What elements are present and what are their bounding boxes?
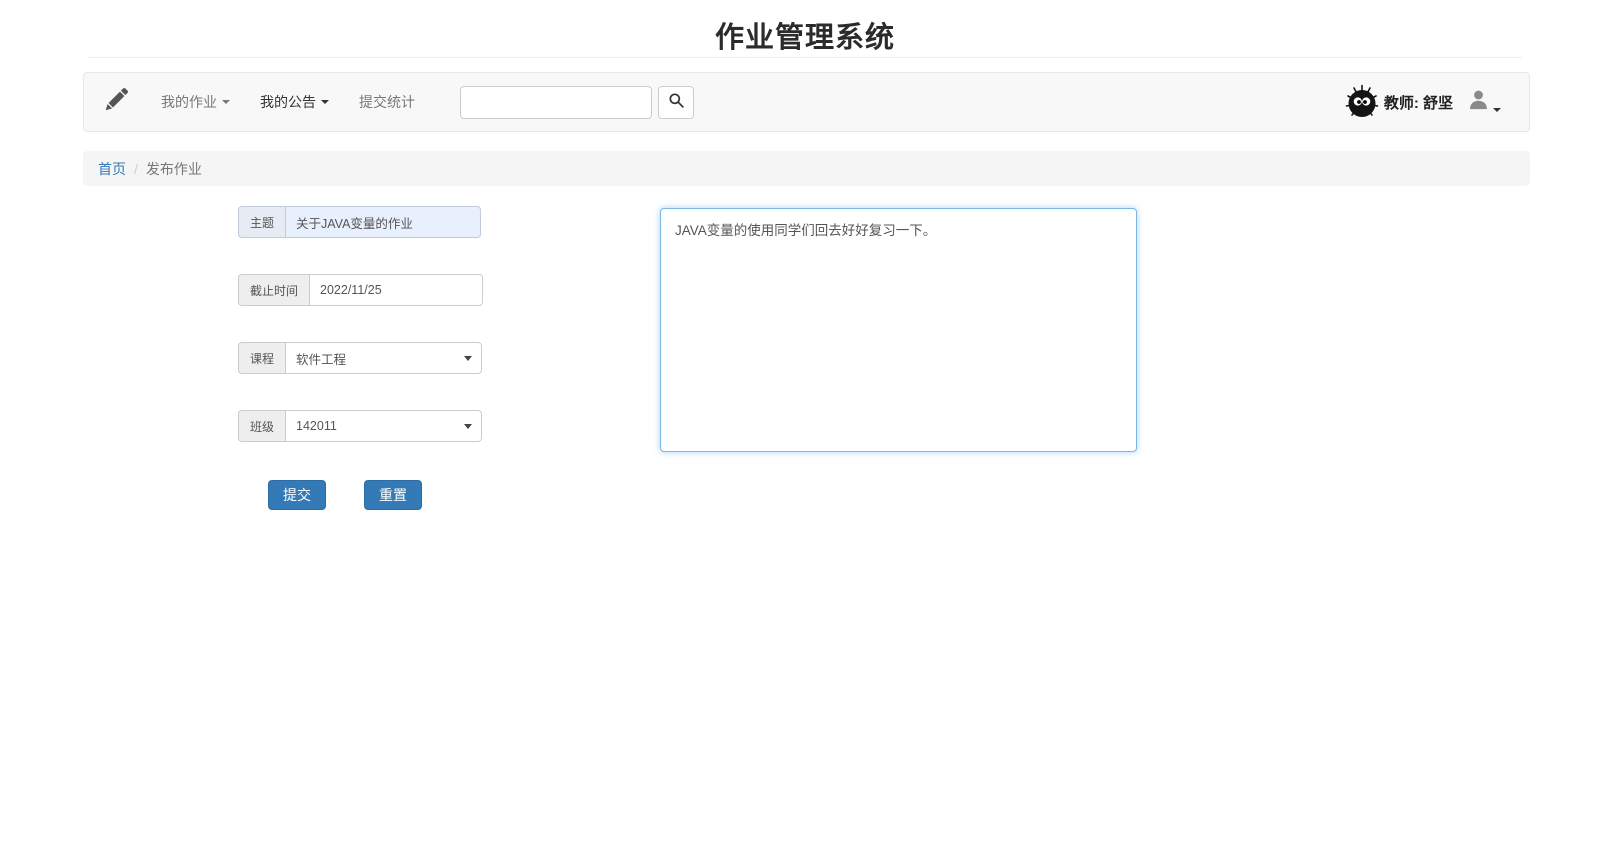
user-name-label: 教师: 舒坚 (1383, 94, 1453, 112)
avatar (1344, 84, 1380, 120)
title-divider (88, 57, 1522, 58)
course-select-value: 软件工程 (296, 352, 347, 367)
navbar-user-area: 教师: 舒坚 (1344, 84, 1529, 120)
reset-button[interactable]: 重置 (364, 480, 422, 510)
search-form (460, 85, 694, 119)
nav-item-label: 提交统计 (359, 94, 415, 110)
caret-down-icon (222, 100, 230, 104)
chevron-down-icon (464, 356, 473, 361)
search-button[interactable] (658, 85, 694, 119)
breadcrumb-home-link[interactable]: 首页 (98, 159, 126, 179)
magnifier-icon (668, 92, 685, 112)
caret-down-icon (1493, 108, 1501, 112)
deadline-field-group: 截止时间 (238, 274, 484, 306)
deadline-input[interactable] (309, 274, 484, 306)
page: 作业管理系统 我的作业 我的公告 提交统计 教师: 舒坚 首页 / 发布作业 主… (0, 0, 1610, 854)
breadcrumb-separator: / (134, 160, 138, 177)
nav-item-my-announcements[interactable]: 我的公告 (245, 72, 344, 132)
class-label: 班级 (238, 410, 286, 442)
chevron-down-icon (464, 424, 473, 429)
account-menu-toggle[interactable] (1467, 88, 1501, 116)
class-select-value: 142011 (296, 419, 337, 433)
deadline-label: 截止时间 (238, 274, 310, 306)
nav-item-my-homework[interactable]: 我的作业 (146, 72, 245, 132)
course-select[interactable]: 软件工程 (285, 342, 483, 374)
caret-down-icon (321, 100, 329, 104)
pencil-icon (102, 86, 130, 119)
subject-input[interactable] (285, 206, 482, 238)
subject-label: 主题 (238, 206, 286, 238)
homework-content-textarea[interactable]: JAVA变量的使用同学们回去好好复习一下。 (660, 208, 1137, 452)
page-title: 作业管理系统 (714, 22, 895, 54)
class-select[interactable]: 142011 (285, 410, 483, 442)
course-field-group: 课程 软件工程 (238, 342, 483, 374)
submit-button[interactable]: 提交 (268, 480, 326, 510)
nav-item-submission-stats[interactable]: 提交统计 (344, 72, 430, 132)
subject-field-group: 主题 (238, 206, 482, 238)
course-label: 课程 (238, 342, 286, 374)
nav-item-label: 我的作业 (161, 94, 217, 110)
nav-item-label: 我的公告 (260, 94, 316, 110)
breadcrumb: 首页 / 发布作业 (83, 151, 1530, 186)
class-field-group: 班级 142011 (238, 410, 483, 442)
person-icon (1467, 88, 1490, 116)
navbar: 我的作业 我的公告 提交统计 教师: 舒坚 (83, 72, 1530, 132)
search-input[interactable] (460, 85, 652, 119)
brand-link[interactable] (84, 86, 146, 119)
breadcrumb-current: 发布作业 (145, 160, 202, 177)
